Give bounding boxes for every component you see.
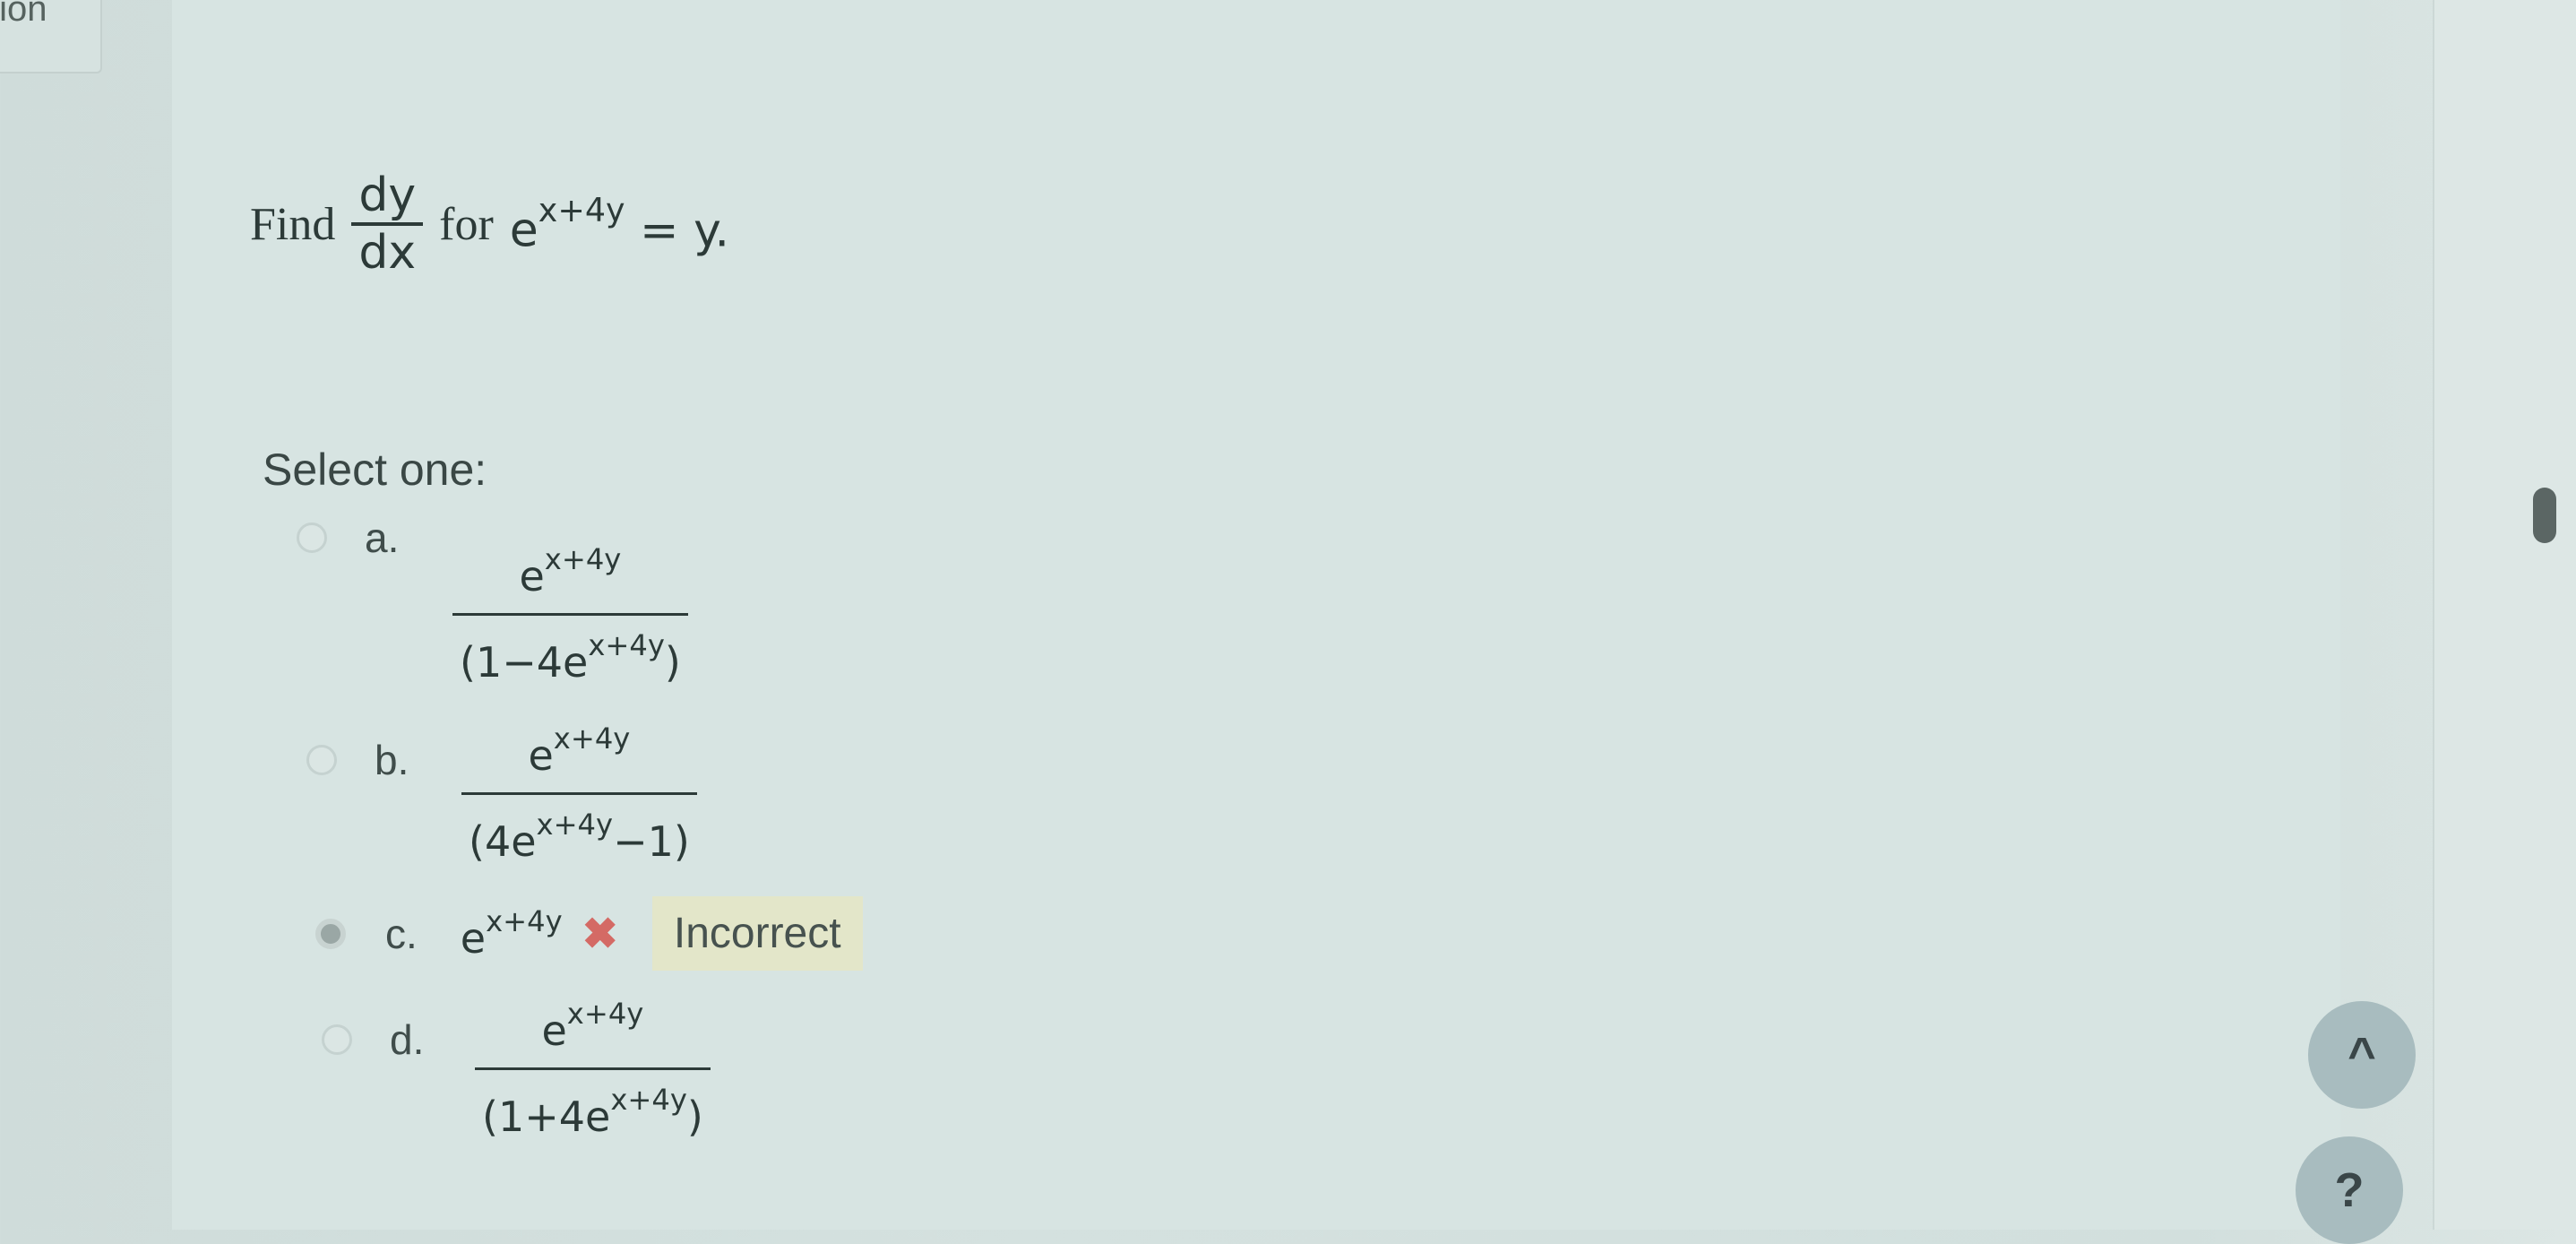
denominator-exponent: x+4y [536,808,614,842]
denominator-post: ) [664,638,681,687]
answer-base: e [460,914,487,963]
radio-a[interactable] [297,523,327,553]
help-icon: ? [2334,1163,2365,1217]
equation-rhs: = y. [640,203,730,258]
fraction-bar [475,1067,711,1071]
fraction-bar [461,792,697,796]
scrollbar-thumb[interactable] [2533,488,2556,543]
derivative-numerator: dy [358,168,417,222]
option-a-fraction: ex+4y (1−4ex+4y) [452,542,688,687]
radio-d[interactable] [322,1024,352,1055]
question-for: for [439,198,494,250]
option-d[interactable]: d. [322,1015,424,1064]
help-button[interactable]: ? [2296,1136,2403,1244]
numerator-base: e [528,731,554,781]
numerator-base: e [519,552,545,601]
side-panel [2433,0,2576,1230]
nav-tab-label: tion [0,0,47,29]
radio-b[interactable] [306,745,337,775]
scroll-to-top-button[interactable]: ^ [2308,1001,2416,1109]
option-b[interactable]: b. [306,736,409,784]
option-d-fraction: ex+4y (1+4ex+4y) [475,997,711,1141]
denominator-exponent: x+4y [610,1083,687,1118]
feedback-badge: Incorrect [651,896,863,971]
equation: ex+4y = y. [510,191,729,257]
numerator-exponent: x+4y [544,542,622,576]
derivative-denominator: dx [358,226,417,280]
denominator-post: ) [686,1093,703,1142]
radio-c[interactable] [315,918,346,949]
equation-exponent: x+4y [538,190,625,229]
numerator-base: e [541,1006,567,1056]
denominator-pre: (1−4e [460,638,589,687]
chevron-up-icon: ^ [2348,1028,2376,1082]
option-a[interactable]: a. [297,514,399,562]
numerator-exponent: x+4y [566,997,644,1031]
option-letter: c. [385,910,418,957]
option-letter: d. [390,1016,425,1063]
denominator-pre: (1+4e [482,1093,611,1142]
option-letter: a. [365,514,400,561]
option-letter: b. [375,737,409,783]
select-one-label: Select one: [263,445,487,495]
x-mark-icon: ✖ [582,910,618,958]
denominator-exponent: x+4y [588,628,665,663]
option-c[interactable]: c. ex+4y ✖ Incorrect [315,896,863,971]
question-find: Find [250,198,336,250]
nav-tab[interactable]: tion [0,0,102,73]
derivative-fraction: dy dx [351,168,424,280]
numerator-exponent: x+4y [553,721,631,756]
equation-base: e [509,203,538,258]
denominator-pre: (4e [469,817,537,867]
fraction-bar [452,613,688,617]
denominator-post: −1) [613,817,690,867]
answer-exponent: x+4y [486,903,563,938]
question-text: Find dy dx for ex+4y = y. [250,152,729,296]
option-b-fraction: ex+4y (4ex+4y−1) [461,721,697,866]
